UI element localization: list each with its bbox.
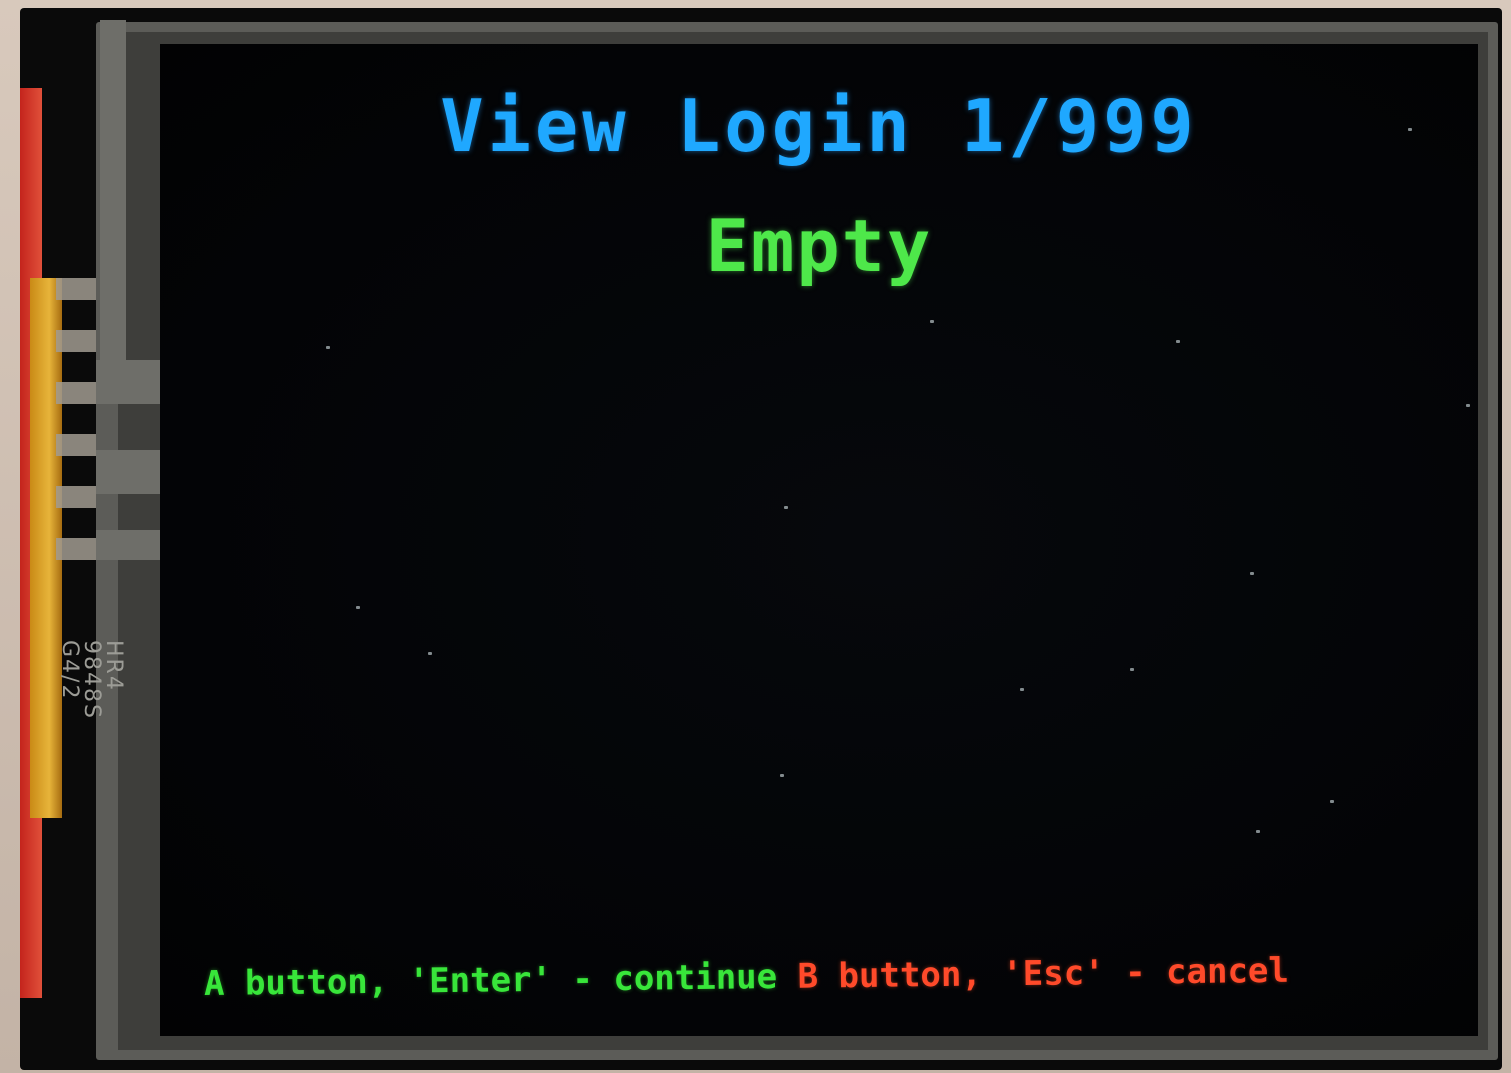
continue-hint[interactable]: A button, 'Enter' - continue: [204, 957, 778, 1004]
dust-speck: [1176, 340, 1180, 343]
bezel-trace: [96, 450, 160, 494]
silkscreen-text: 9848S: [79, 640, 104, 720]
dust-speck: [1330, 800, 1334, 803]
dust-speck: [780, 774, 784, 777]
dust-speck: [326, 346, 330, 349]
dust-speck: [784, 506, 788, 509]
silkscreen-text: HR4: [101, 640, 126, 692]
dust-speck: [356, 606, 360, 609]
login-status: Empty: [705, 204, 933, 288]
dust-speck: [1130, 668, 1134, 671]
dust-speck: [1408, 128, 1412, 131]
dust-speck: [1256, 830, 1260, 833]
screen-title: View Login 1/999: [440, 84, 1198, 168]
bezel-trace: [96, 530, 160, 560]
lcd-screen: View Login 1/999 Empty A button, 'Enter'…: [160, 44, 1478, 1036]
button-hints: A button, 'Enter' - continue B button, '…: [204, 951, 1289, 1004]
bezel-trace: [100, 20, 126, 360]
silkscreen-text: G4/2: [57, 640, 82, 701]
device-photo: HR4 9848S G4/2 View Login 1/999 Empty A …: [0, 0, 1511, 1073]
cancel-hint[interactable]: B button, 'Esc' - cancel: [797, 951, 1289, 997]
dust-speck: [930, 320, 934, 323]
dust-speck: [1466, 404, 1470, 407]
dust-speck: [428, 652, 432, 655]
dust-speck: [1250, 572, 1254, 575]
silkscreen-label: HR4 9848S G4/2: [57, 640, 126, 760]
dust-speck: [1020, 688, 1024, 691]
bezel-trace: [96, 360, 160, 404]
